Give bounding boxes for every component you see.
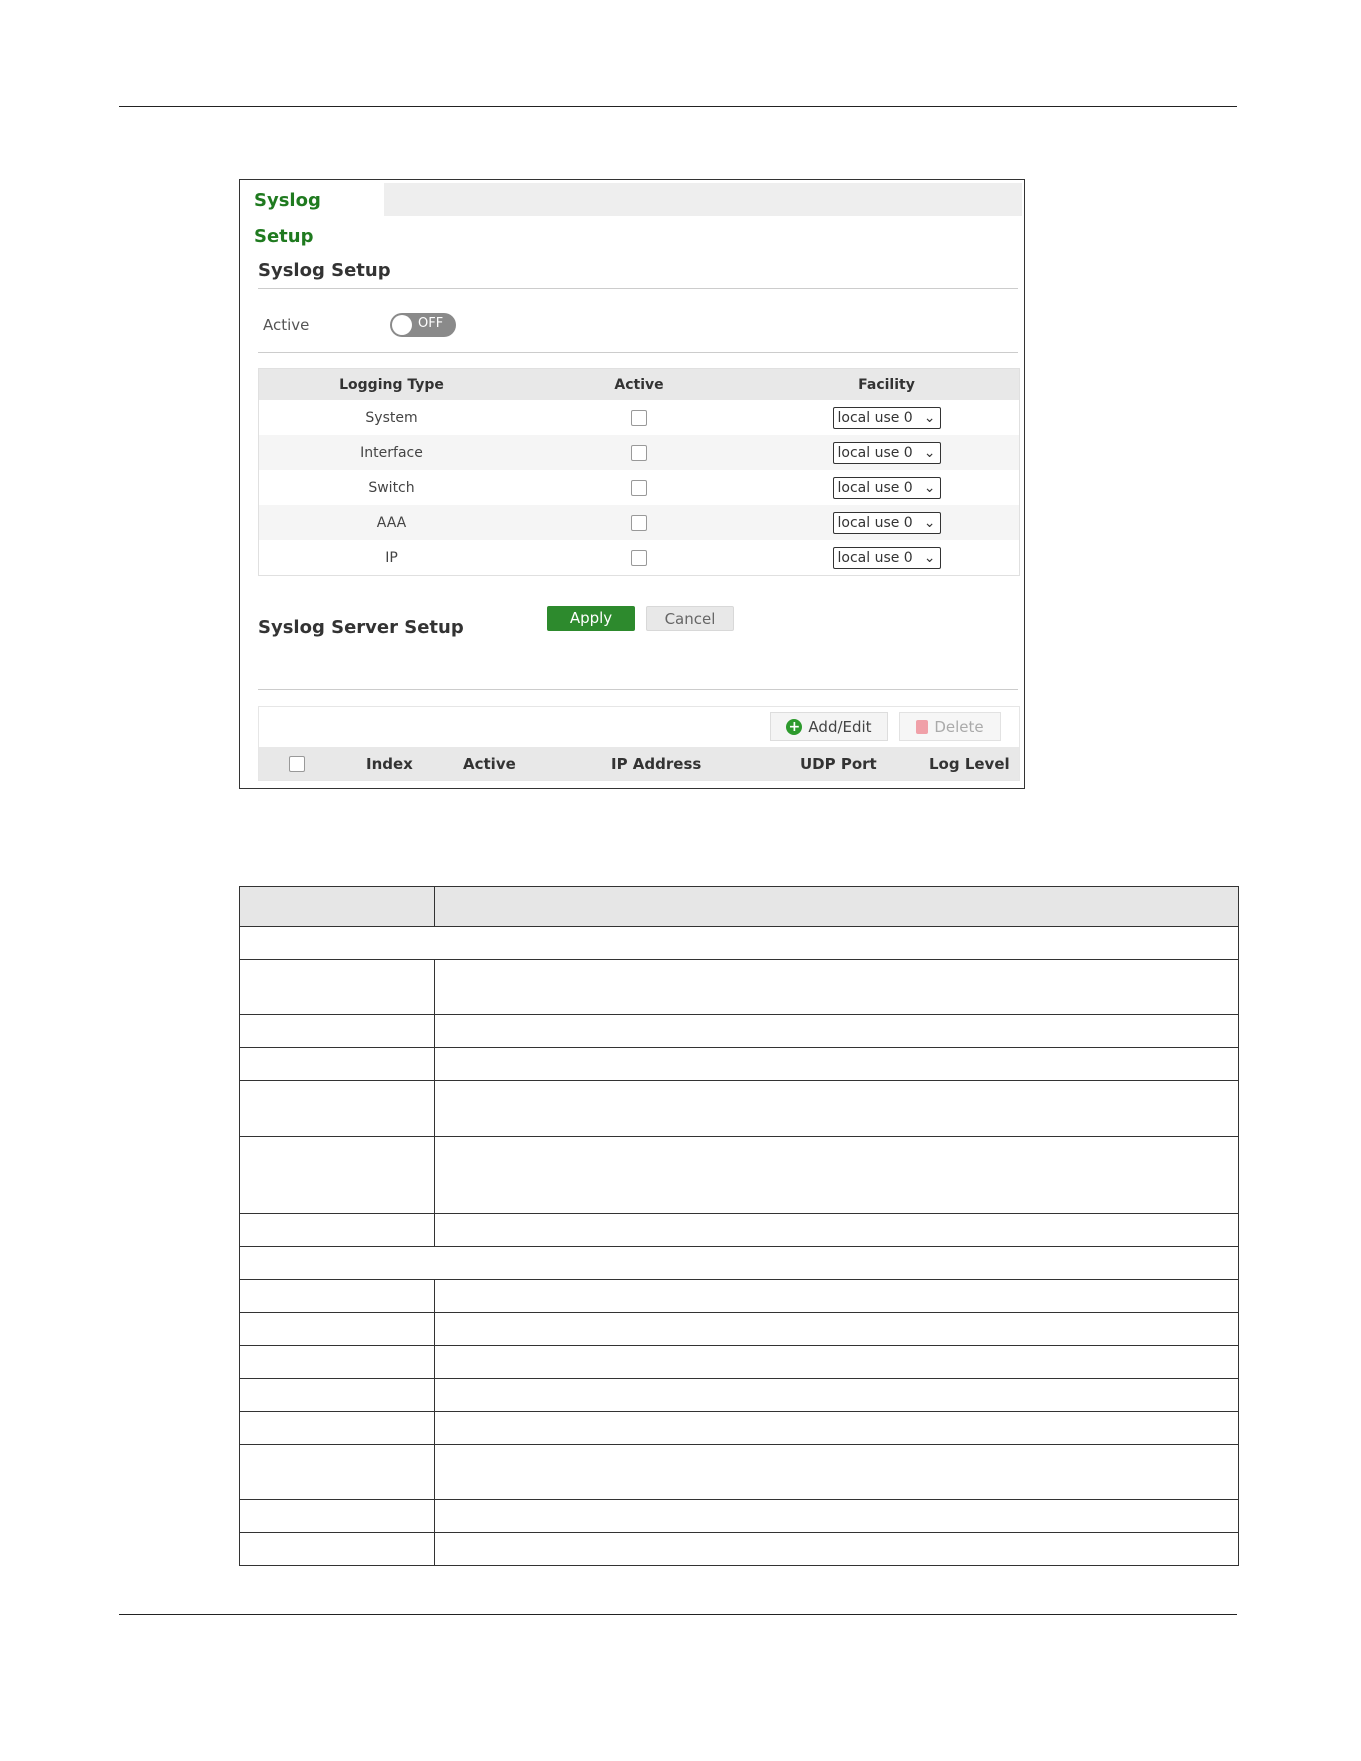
column-header-ip-address: IP Address — [611, 755, 702, 773]
table-row — [239, 1136, 1239, 1214]
active-label: Active — [263, 316, 310, 334]
field-description-table — [239, 886, 1239, 1566]
table-row: Switch local use 0 ⌄ — [259, 470, 1019, 505]
table-row — [239, 1080, 1239, 1137]
facility-select-system[interactable]: local use 0 ⌄ — [832, 406, 941, 429]
logging-type-label: AAA — [376, 514, 407, 531]
delete-button[interactable]: Delete — [899, 712, 1001, 741]
table-row: Interface local use 0 ⌄ — [259, 435, 1019, 470]
add-edit-label: Add/Edit — [808, 717, 872, 736]
logging-type-label: System — [365, 409, 418, 426]
facility-select-interface[interactable]: local use 0 ⌄ — [832, 441, 941, 464]
table-row — [239, 959, 1239, 1015]
table-row — [239, 1047, 1239, 1081]
table-row — [239, 1279, 1239, 1313]
syslog-screenshot-frame: Syslog Setup Syslog Setup Active OFF Log… — [239, 179, 1025, 789]
table-header-row: Logging Type Active Facility — [259, 369, 1019, 400]
section-divider — [258, 689, 1018, 690]
plus-circle-icon: + — [786, 718, 803, 735]
logging-type-label: Switch — [368, 479, 415, 496]
column-header-index: Index — [366, 755, 413, 773]
active-checkbox-interface[interactable] — [631, 444, 647, 461]
table-row — [239, 1014, 1239, 1048]
syslog-server-table: + Add/Edit Delete Index Active IP Addres… — [258, 706, 1020, 781]
active-checkbox-switch[interactable] — [631, 479, 647, 496]
table-row — [239, 1499, 1239, 1533]
syslog-server-setup-title: Syslog Server Setup — [258, 617, 464, 638]
toggle-knob — [392, 315, 412, 335]
active-checkbox-system[interactable] — [631, 409, 647, 426]
table-row — [239, 1532, 1239, 1566]
facility-select-value: local use 0 — [837, 409, 913, 426]
chevron-down-icon: ⌄ — [923, 409, 936, 426]
table-row — [239, 1411, 1239, 1445]
facility-select-ip[interactable]: local use 0 ⌄ — [832, 546, 941, 569]
table-row — [239, 926, 1239, 960]
facility-select-value: local use 0 — [837, 444, 913, 461]
logging-type-label: Interface — [360, 444, 423, 461]
logging-type-label: IP — [385, 549, 398, 566]
section-divider — [258, 288, 1018, 289]
table-row: System local use 0 ⌄ — [259, 400, 1019, 435]
table-row — [239, 1213, 1239, 1247]
table-header-row — [239, 886, 1239, 927]
table-row — [239, 1444, 1239, 1500]
table-row — [239, 1378, 1239, 1412]
tab-bar: Syslog Setup — [242, 183, 1022, 247]
column-header-logging-type: Logging Type — [339, 376, 444, 393]
facility-select-switch[interactable]: local use 0 ⌄ — [832, 476, 941, 499]
active-checkbox-ip[interactable] — [631, 549, 647, 566]
table-row — [239, 1312, 1239, 1346]
facility-select-value: local use 0 — [837, 479, 913, 496]
table-row — [239, 1345, 1239, 1379]
active-toggle[interactable]: OFF — [390, 313, 456, 337]
toggle-state-label: OFF — [418, 316, 444, 331]
column-header-udp-port: UDP Port — [800, 755, 877, 773]
facility-select-aaa[interactable]: local use 0 ⌄ — [832, 511, 941, 534]
table-row: AAA local use 0 ⌄ — [259, 505, 1019, 540]
active-checkbox-aaa[interactable] — [631, 514, 647, 531]
facility-select-value: local use 0 — [837, 514, 913, 531]
chevron-down-icon: ⌄ — [923, 479, 936, 496]
section-divider — [258, 352, 1018, 353]
table-row — [239, 1246, 1239, 1280]
column-header-active: Active — [463, 755, 516, 773]
cancel-button[interactable]: Cancel — [646, 606, 734, 631]
apply-button[interactable]: Apply — [547, 606, 635, 631]
page-bottom-rule — [119, 1614, 1237, 1615]
chevron-down-icon: ⌄ — [923, 444, 936, 461]
chevron-down-icon: ⌄ — [923, 549, 936, 566]
page-top-rule — [119, 106, 1237, 107]
column-header-active: Active — [614, 376, 664, 393]
column-header-facility: Facility — [858, 376, 915, 393]
facility-select-value: local use 0 — [837, 549, 913, 566]
table-row: IP local use 0 ⌄ — [259, 540, 1019, 575]
delete-label: Delete — [934, 717, 984, 736]
tab-syslog-setup[interactable]: Syslog Setup — [242, 183, 384, 247]
column-header-log-level: Log Level — [929, 755, 1010, 773]
chevron-down-icon: ⌄ — [923, 514, 936, 531]
select-all-checkbox[interactable] — [289, 756, 305, 772]
server-table-header: Index Active IP Address UDP Port Log Lev… — [259, 747, 1019, 780]
syslog-setup-title: Syslog Setup — [258, 260, 391, 281]
add-edit-button[interactable]: + Add/Edit — [770, 712, 888, 741]
trash-icon — [916, 719, 929, 734]
logging-type-table: Logging Type Active Facility System loca… — [258, 368, 1020, 576]
